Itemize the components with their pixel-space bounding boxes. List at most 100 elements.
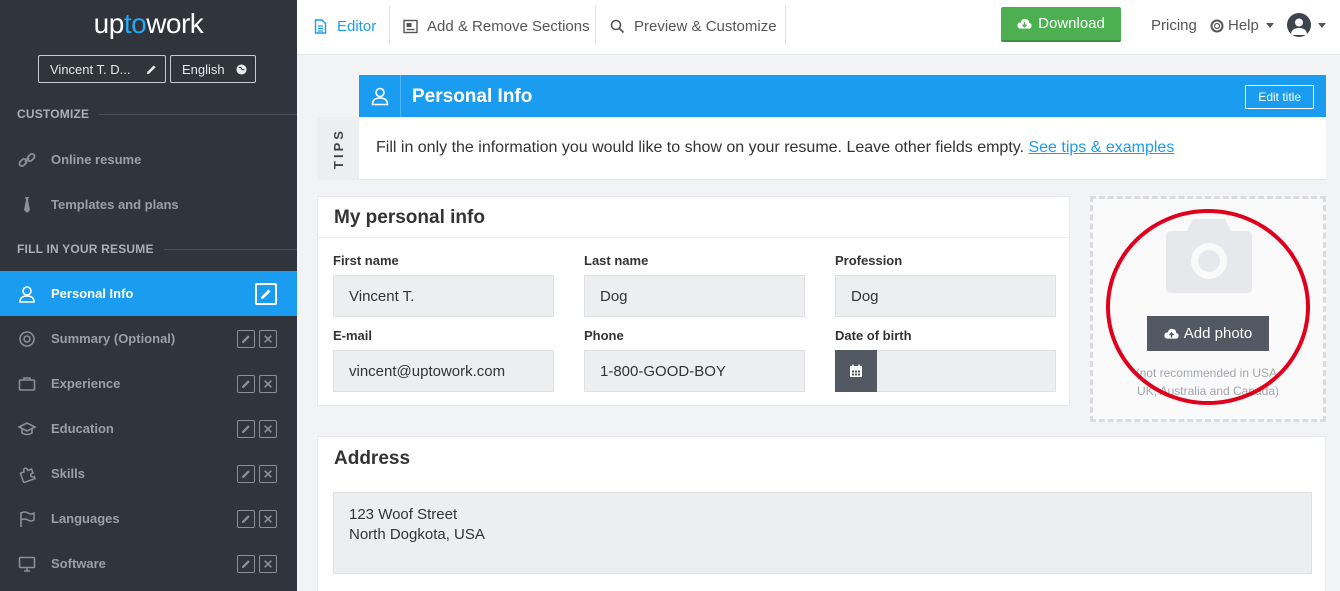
pencil-icon — [241, 379, 250, 388]
section-header: Personal Info Edit title — [359, 75, 1326, 117]
sidebar-item-label: Languages — [51, 511, 120, 526]
edit-section-button[interactable] — [237, 554, 255, 573]
language-label: English — [182, 61, 225, 77]
tab-add-remove-sections[interactable]: Add & Remove Sections — [403, 0, 590, 52]
pencil-icon — [241, 559, 250, 568]
tips-examples-link[interactable]: See tips & examples — [1028, 139, 1174, 156]
edit-section-button[interactable] — [237, 509, 255, 528]
tie-icon — [17, 195, 37, 215]
sidebar-item-education[interactable]: Education — [0, 406, 297, 451]
phone-label: Phone — [584, 328, 624, 343]
download-button[interactable]: Download — [1001, 7, 1121, 42]
remove-section-button[interactable] — [259, 374, 277, 393]
sidebar-item-label: Education — [51, 421, 114, 436]
close-icon — [264, 424, 272, 433]
add-photo-label: Add photo — [1183, 325, 1253, 342]
customize-header: CUSTOMIZE — [0, 104, 297, 124]
sidebar-item-label: Online resume — [51, 152, 142, 167]
sidebar-item-label: Personal Info — [51, 286, 134, 301]
dob-label: Date of birth — [835, 328, 912, 343]
dob-field[interactable] — [835, 350, 1056, 392]
sidebar-item-experience[interactable]: Experience — [0, 361, 297, 406]
remove-section-button[interactable] — [259, 509, 277, 528]
sidebar-item-languages[interactable]: Languages — [0, 496, 297, 541]
sidebar-item-personal-info[interactable]: Personal Info — [0, 271, 297, 316]
sidebar-item-online-resume[interactable]: Online resume — [0, 137, 297, 182]
section-title: Personal Info — [412, 86, 533, 107]
first-name-label: First name — [333, 253, 399, 268]
sidebar-item-software[interactable]: Software — [0, 541, 297, 586]
briefcase-icon — [17, 374, 37, 394]
address-line-2: North Dogkota, USA — [349, 526, 485, 543]
edit-section-button[interactable] — [237, 419, 255, 438]
profession-field[interactable]: Dog — [835, 275, 1056, 317]
edit-section-button[interactable] — [237, 374, 255, 393]
add-photo-button[interactable]: Add photo — [1147, 316, 1269, 351]
photo-upload-area[interactable]: Add photo (not recommended in USA, UK, A… — [1090, 196, 1326, 422]
tab-editor[interactable]: Editor — [313, 0, 376, 52]
pricing-link[interactable]: Pricing — [1151, 17, 1197, 34]
remove-section-button[interactable] — [259, 329, 277, 348]
close-icon — [264, 379, 272, 388]
layout-icon — [403, 19, 418, 33]
user-icon — [359, 75, 401, 117]
help-label: Help — [1228, 17, 1259, 34]
user-icon — [17, 284, 37, 304]
remove-section-button[interactable] — [259, 419, 277, 438]
address-title: Address — [334, 448, 411, 469]
uptowork-logo[interactable]: uptowork — [0, 8, 297, 40]
tips-text: Fill in only the information you would l… — [376, 139, 1175, 156]
cloud-upload-icon — [1164, 328, 1179, 339]
monitor-icon — [17, 554, 37, 574]
address-field[interactable]: 123 Woof Street North Dogkota, USA — [333, 492, 1312, 574]
last-name-label: Last name — [584, 253, 649, 268]
last-name-field[interactable]: Dog — [584, 275, 805, 317]
sidebar-item-label: Experience — [51, 376, 121, 391]
pencil-icon — [241, 469, 250, 478]
sidebar-item-summary[interactable]: Summary (Optional) — [0, 316, 297, 361]
resume-name-button[interactable]: Vincent T. D... — [38, 55, 166, 83]
tips-bar: TIPS Fill in only the information you wo… — [317, 117, 1326, 180]
email-field[interactable]: vincent@uptowork.com — [333, 350, 554, 392]
close-icon — [264, 334, 272, 343]
address-line-1: 123 Woof Street — [349, 506, 458, 523]
sidebar: uptowork Vincent T. D... English CUSTOMI… — [0, 0, 297, 591]
sidebar-item-templates[interactable]: Templates and plans — [0, 182, 297, 227]
sidebar-item-label: Templates and plans — [51, 197, 179, 212]
pencil-icon — [261, 289, 271, 299]
user-menu[interactable] — [1287, 13, 1326, 37]
chevron-down-icon — [1318, 22, 1326, 28]
remove-section-button[interactable] — [259, 464, 277, 483]
pencil-icon — [241, 424, 250, 433]
puzzle-icon — [17, 464, 37, 484]
remove-section-button[interactable] — [259, 554, 277, 573]
edit-title-button[interactable]: Edit title — [1245, 85, 1314, 109]
tab-preview-customize[interactable]: Preview & Customize — [610, 0, 777, 52]
edit-section-button[interactable] — [237, 464, 255, 483]
lifebuoy-icon — [1210, 19, 1224, 32]
pencil-icon — [146, 64, 156, 74]
tips-label: TIPS — [317, 117, 359, 180]
phone-field[interactable]: 1-800-GOOD-BOY — [584, 350, 805, 392]
document-icon — [314, 18, 327, 34]
calendar-icon[interactable] — [835, 350, 877, 392]
edit-section-button[interactable] — [255, 282, 277, 305]
link-icon — [17, 150, 37, 170]
photo-note: (not recommended in USA, UK, Australia a… — [1135, 366, 1281, 398]
language-button[interactable]: English — [170, 55, 256, 83]
sidebar-item-label: Summary (Optional) — [51, 331, 176, 346]
close-icon — [264, 514, 272, 523]
personal-info-card: My personal info First name Vincent T. L… — [317, 196, 1070, 406]
tab-label: Preview & Customize — [634, 17, 777, 35]
edit-section-button[interactable] — [237, 329, 255, 348]
help-menu[interactable]: Help — [1210, 17, 1274, 34]
graduation-cap-icon — [17, 419, 37, 439]
resume-name-label: Vincent T. D... — [50, 61, 131, 77]
chevron-down-icon — [1265, 23, 1274, 28]
close-icon — [264, 559, 272, 568]
sidebar-item-skills[interactable]: Skills — [0, 451, 297, 496]
close-icon — [264, 469, 272, 478]
first-name-field[interactable]: Vincent T. — [333, 275, 554, 317]
search-icon — [610, 19, 625, 33]
tab-label: Editor — [337, 17, 377, 35]
